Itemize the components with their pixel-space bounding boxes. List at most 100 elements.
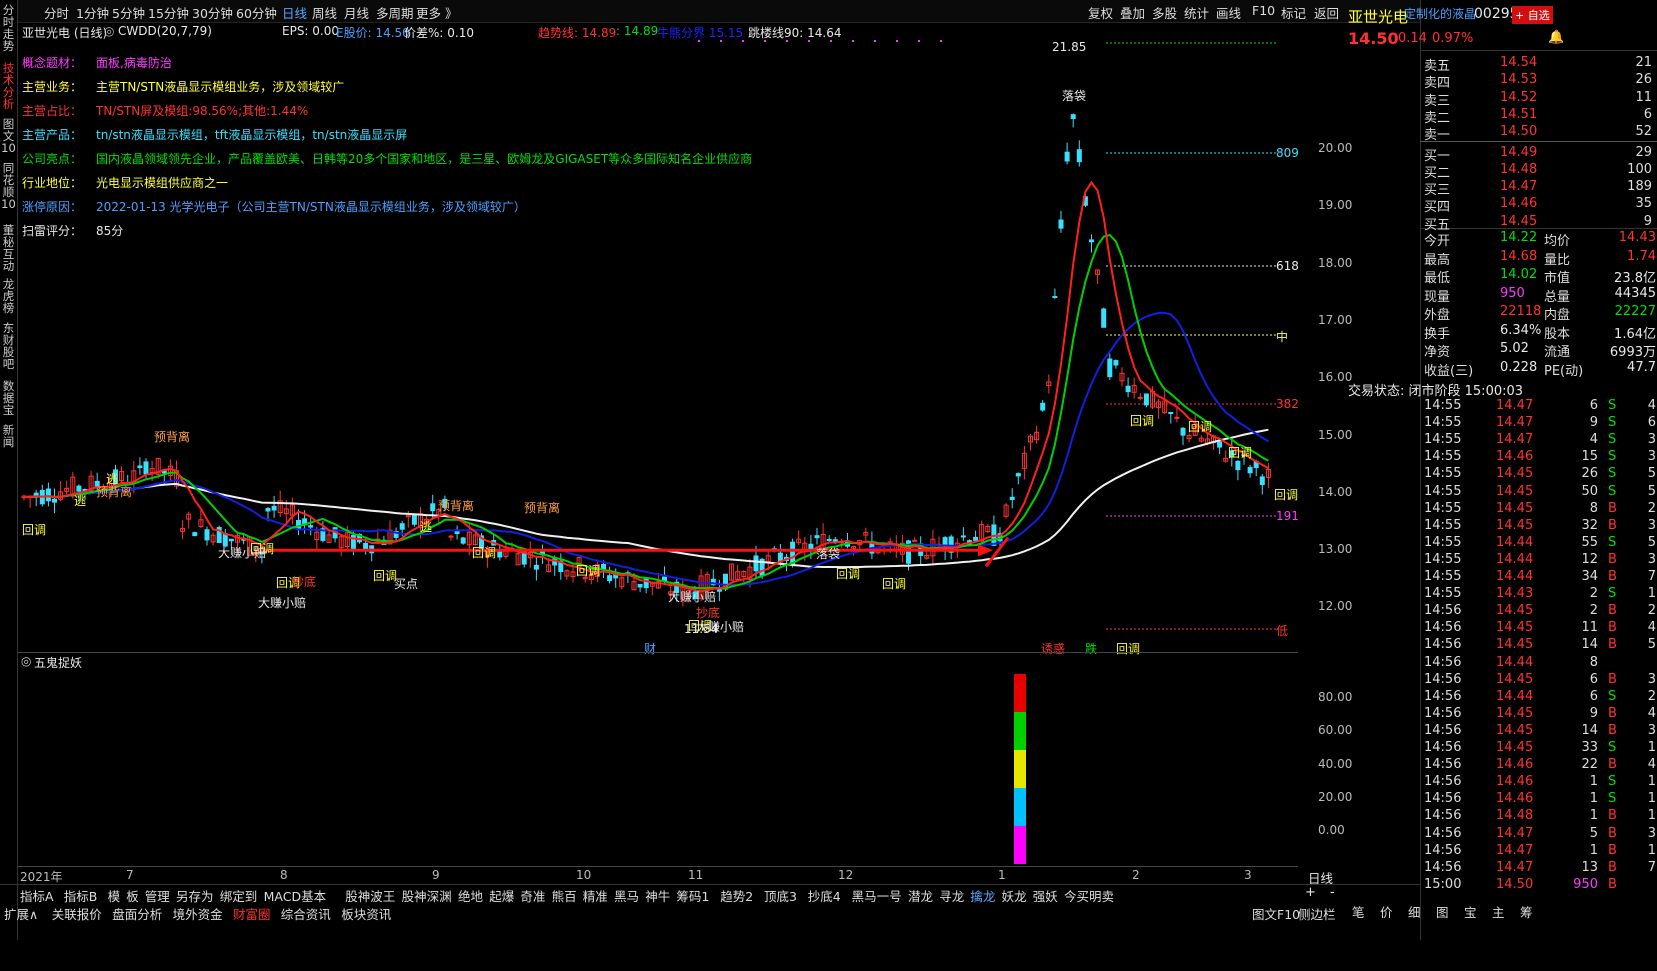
sub-chart-settings-icon[interactable]: ◎ — [21, 654, 31, 668]
left-tab-7[interactable]: 数据宝 — [1, 380, 16, 416]
indicator-tab-2[interactable]: 模 — [108, 886, 121, 905]
indicator-tab-18[interactable]: 趋势2 — [720, 886, 753, 905]
indicator-tab-0[interactable]: 指标A — [20, 886, 54, 905]
left-tab-3[interactable]: 同花顺10 — [1, 162, 16, 210]
left-tab-4[interactable]: 董秘互动 — [1, 224, 16, 272]
left-tab-2[interactable]: 图文10 — [1, 118, 16, 154]
period-tab-3[interactable]: 15分钟 — [148, 3, 189, 22]
tick-row: 14:56 14.47 13 B 7 — [1424, 860, 1656, 877]
period-tab-5[interactable]: 60分钟 — [236, 3, 277, 22]
bottom-right-tab[interactable]: 筹 — [1520, 902, 1533, 921]
indicator-tab-14[interactable]: 精准 — [583, 886, 608, 905]
stat-label: 最低 — [1424, 271, 1451, 286]
period-tab-1[interactable]: 1分钟 — [76, 3, 109, 22]
bottom-right-tab[interactable]: 价 — [1380, 902, 1393, 921]
tool-1[interactable]: 叠加 — [1120, 3, 1145, 22]
indicator-tab-15[interactable]: 黑马 — [614, 886, 639, 905]
sidebar-button[interactable]: 侧边栏 — [1298, 904, 1336, 923]
tool-4[interactable]: 画线 — [1216, 3, 1241, 22]
indicator-tab-25[interactable]: 妖龙 — [1002, 886, 1027, 905]
bottom-link-3[interactable]: 境外资金 — [173, 904, 223, 923]
tick-price: 14.46 — [1496, 774, 1534, 790]
period-tab-0[interactable]: 分时 — [44, 3, 69, 22]
indicator-tab-17[interactable]: 筹码1 — [676, 886, 709, 905]
tick-time: 14:56 — [1424, 774, 1462, 790]
stat-value: 23.8亿 — [1614, 271, 1656, 286]
indicator-tab-22[interactable]: 潜龙 — [908, 886, 933, 905]
period-tab-7[interactable]: 周线 — [312, 3, 337, 22]
indicator-settings-icon[interactable]: ◎ — [104, 24, 114, 38]
indicator-tab-20[interactable]: 抄底4 — [808, 886, 841, 905]
indicator-name[interactable]: CWDD(20,7,79) — [118, 24, 212, 38]
add-favorite-button[interactable]: + 自选 — [1512, 6, 1553, 24]
tick-row: 14:55 14.44 34 B 7 — [1424, 569, 1656, 586]
indicator-tab-26[interactable]: 强妖 — [1033, 886, 1058, 905]
bottom-link-0[interactable]: 扩展∧ — [4, 904, 38, 923]
bottom-right-tab[interactable]: 主 — [1492, 902, 1505, 921]
left-tab-0[interactable]: 分时走势 — [1, 4, 16, 52]
bottom-right-tab[interactable]: 宝 — [1464, 902, 1477, 921]
bottom-right-tab[interactable]: 图 — [1436, 902, 1449, 921]
stat-label: 市值 — [1544, 271, 1571, 286]
indicator-tab-13[interactable]: 熊百 — [552, 886, 577, 905]
indicator-tab-21[interactable]: 黑马一号 — [852, 886, 902, 905]
tool-2[interactable]: 多股 — [1152, 3, 1177, 22]
indicator-tab-10[interactable]: 绝地 — [458, 886, 483, 905]
left-tab-5[interactable]: 龙虎榜 — [1, 278, 16, 314]
bottom-right-tab[interactable]: 细 — [1408, 902, 1421, 921]
period-tab-10[interactable]: 更多 》 — [416, 3, 457, 22]
tool-5[interactable]: F10 — [1252, 3, 1275, 18]
stat-label: 内盘 — [1544, 308, 1571, 323]
bottom-link-1[interactable]: 关联报价 — [52, 904, 102, 923]
bottom-right-tab[interactable]: 笔 — [1352, 902, 1365, 921]
chart-annotation: 抄底 — [292, 575, 317, 589]
period-tab-4[interactable]: 30分钟 — [192, 3, 233, 22]
indicator-tab-5[interactable]: 另存为 — [176, 886, 214, 905]
candle-body — [228, 538, 234, 542]
tool-0[interactable]: 复权 — [1088, 3, 1113, 22]
tick-price: 14.44 — [1496, 569, 1534, 584]
left-tab-8[interactable]: 新闻 — [1, 424, 16, 448]
period-tab-6[interactable]: 日线 — [282, 3, 307, 22]
candle-body — [643, 577, 649, 589]
stat-row: 现量 950 总量 44345 — [1424, 286, 1656, 305]
bottom-link-6[interactable]: 板块资讯 — [341, 904, 391, 923]
tool-7[interactable]: 返回 — [1314, 3, 1339, 22]
bell-icon[interactable]: 🔔 — [1548, 30, 1564, 45]
indicator-tab-7[interactable]: MACD基本 — [264, 886, 326, 905]
indicator-tab-3[interactable]: 板 — [126, 886, 139, 905]
stat-value: 14.43 — [1618, 230, 1656, 245]
indicator-tab-9[interactable]: 股神深渊 — [402, 886, 452, 905]
tick-count: 3 — [1647, 517, 1656, 533]
period-tab-9[interactable]: 多周期 — [376, 3, 414, 22]
left-tab-6[interactable]: 东财股吧 — [1, 322, 16, 370]
bottom-link-2[interactable]: 盘面分析 — [112, 904, 162, 923]
indicator-tab-27[interactable]: 今买明卖 — [1064, 886, 1114, 905]
bottom-link-4[interactable]: 财富圈 — [233, 904, 271, 923]
zoom-out-button[interactable]: - — [1330, 885, 1335, 900]
indicator-tab-23[interactable]: 寻龙 — [939, 886, 964, 905]
period-tab-2[interactable]: 5分钟 — [112, 3, 145, 22]
indicator-tab-11[interactable]: 起爆 — [489, 886, 514, 905]
indicator-tab-1[interactable]: 指标B — [64, 886, 98, 905]
stat-label: 换手 — [1424, 326, 1451, 342]
f10-button[interactable]: 图文F10 — [1252, 904, 1300, 923]
candle-body — [814, 535, 820, 539]
tick-time: 14:56 — [1424, 654, 1462, 670]
indicator-tab-12[interactable]: 奇准 — [520, 886, 545, 905]
indicator-tab-16[interactable]: 神牛 — [645, 886, 670, 905]
indicator-tab-4[interactable]: 管理 — [145, 886, 170, 905]
indicator-tab-24[interactable]: 擒龙 — [970, 886, 995, 905]
left-tab-1[interactable]: 技术分析 — [1, 62, 16, 110]
indicator-tab-19[interactable]: 顶底3 — [764, 886, 797, 905]
indicator-tab-8[interactable]: 股神波王 — [345, 886, 395, 905]
zoom-in-button[interactable]: + — [1305, 885, 1316, 900]
candle-body — [1009, 496, 1015, 501]
tool-3[interactable]: 统计 — [1184, 3, 1209, 22]
tool-6[interactable]: 标记 — [1281, 3, 1306, 22]
indicator-tab-6[interactable]: 绑定到 — [220, 886, 258, 905]
bottom-link-5[interactable]: 综合资讯 — [281, 904, 331, 923]
orderbook-label: 买一 — [1424, 148, 1451, 164]
chart-annotation: 回调 — [882, 577, 907, 591]
period-tab-8[interactable]: 月线 — [344, 3, 369, 22]
